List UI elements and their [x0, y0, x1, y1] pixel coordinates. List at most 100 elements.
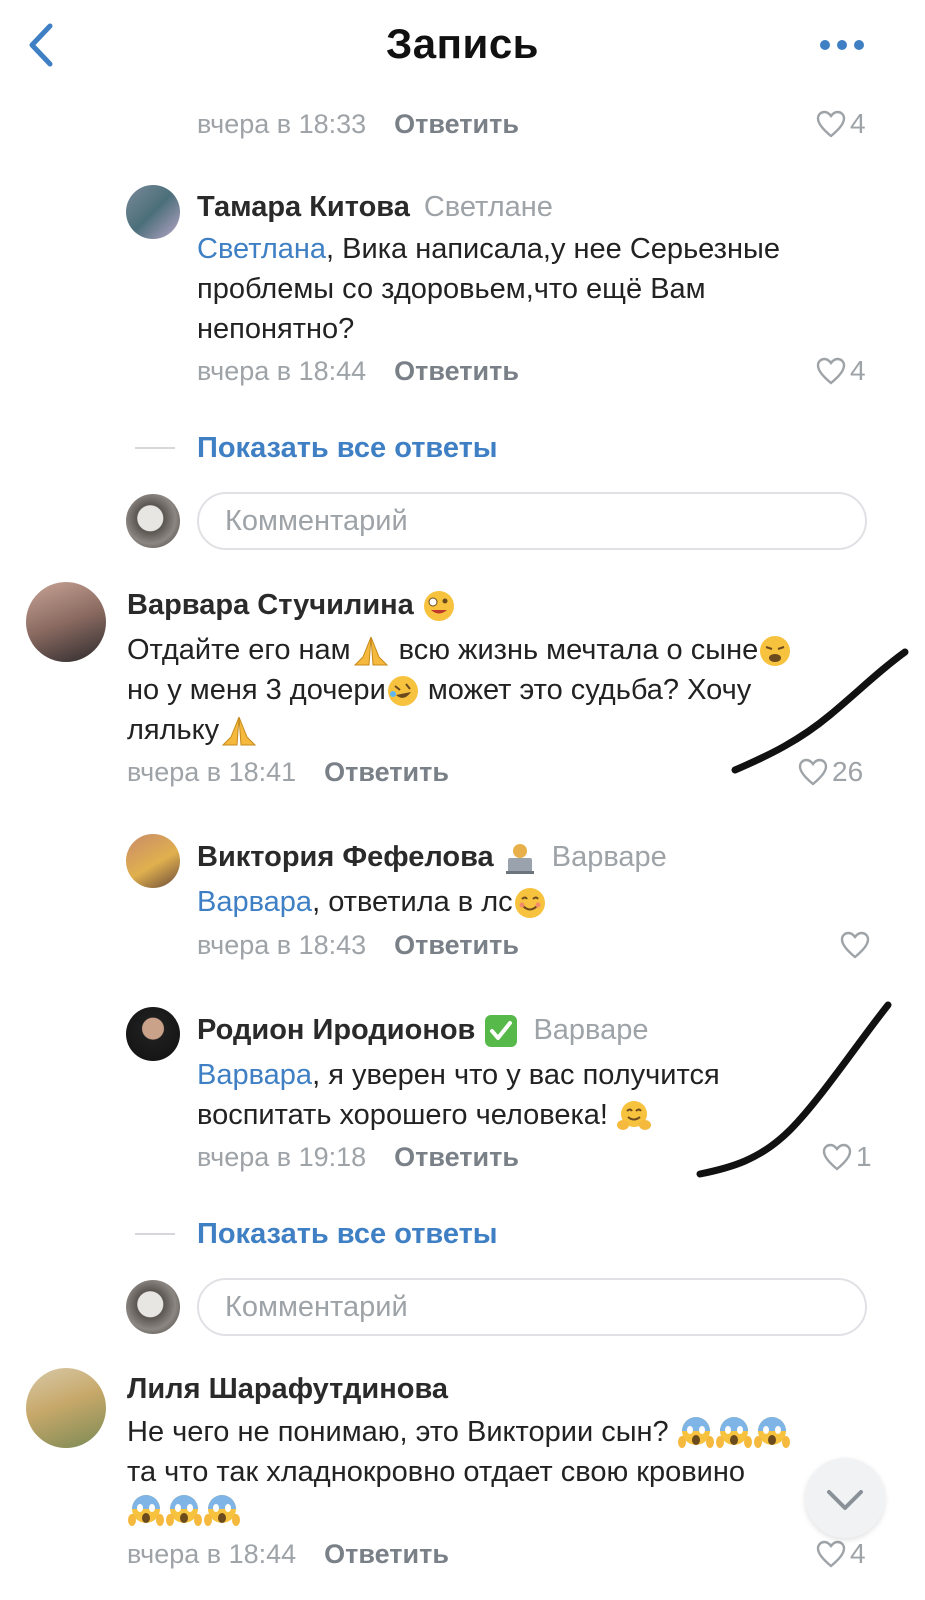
mention-link[interactable]: Варвара — [197, 1059, 312, 1091]
avatar[interactable] — [26, 1368, 106, 1448]
text-fragment: ляльку — [127, 714, 220, 746]
avatar — [126, 1280, 180, 1334]
reply-to: Светлане — [423, 191, 553, 223]
scroll-down-button[interactable] — [805, 1458, 885, 1538]
hugging-face-emoji-icon — [617, 1101, 652, 1131]
text-fragment: , ответила в лс — [312, 886, 513, 918]
screaming-face-emoji-icon — [715, 1417, 752, 1449]
comment-author[interactable]: Родион Иродионов Варваре — [197, 1011, 649, 1049]
mention-link[interactable]: Светлана — [197, 233, 326, 265]
show-all-replies-button[interactable]: Показать все ответы — [197, 1214, 498, 1254]
folded-hands-emoji-icon — [353, 637, 388, 666]
like-count: 4 — [850, 1538, 866, 1569]
comment-text-line: проблемы со здоровьем,что ещё Вам — [197, 273, 706, 305]
heart-icon — [816, 357, 846, 385]
heart-icon — [816, 110, 846, 138]
smiling-face-emoji-icon — [514, 888, 545, 919]
comment-time: вчера в 18:33 — [197, 109, 367, 139]
text-fragment: Не чего не понимаю, это Виктории сын? — [127, 1416, 677, 1448]
reply-button[interactable]: Ответить — [394, 1142, 519, 1172]
reply-button[interactable]: Ответить — [394, 356, 519, 386]
comment-text-line: непонятно? — [197, 313, 355, 345]
comment-author[interactable]: Варвара Стучилина — [127, 586, 456, 624]
reply-button[interactable]: Ответить — [324, 757, 449, 787]
avatar[interactable] — [126, 1007, 180, 1061]
comment-text-line: Не чего не понимаю, это Виктории сын? — [127, 1412, 791, 1452]
emoji-line — [127, 1490, 241, 1530]
screaming-face-emoji-icon — [128, 1495, 164, 1527]
comment-meta: вчера в 18:44 Ответить — [127, 1536, 449, 1572]
like-button[interactable]: 4 — [816, 106, 866, 142]
reply-to: Варваре — [551, 841, 667, 873]
folded-hands-emoji-icon — [221, 717, 257, 746]
chevron-down-icon — [827, 1490, 863, 1510]
comment-text-line: , Вика написала,у нее Серьезные — [326, 233, 780, 265]
comment-author[interactable]: Тамара Китова Светлане — [197, 188, 553, 226]
heart-icon — [840, 931, 870, 959]
comment-meta: вчера в 18:41 Ответить — [127, 754, 449, 790]
like-count: 26 — [832, 756, 864, 787]
like-count: 4 — [850, 108, 866, 139]
comment-meta: вчера в 18:33 Ответить — [197, 106, 519, 142]
avatar[interactable] — [126, 834, 180, 888]
show-all-replies-button[interactable]: Показать все ответы — [197, 428, 498, 468]
text-fragment: воспитать хорошего человека! — [197, 1099, 617, 1131]
more-dots-icon[interactable] — [818, 34, 868, 56]
text-fragment: всю жизнь мечтала о сыне — [390, 634, 759, 666]
comment-input[interactable]: Комментарий — [197, 492, 867, 550]
like-button[interactable]: 4 — [816, 353, 866, 389]
like-button[interactable]: 1 — [822, 1139, 872, 1175]
comment-text: Светлана, Вика написала,у нее Серьезные — [197, 229, 780, 269]
like-button[interactable]: 4 — [816, 1536, 866, 1572]
avatar[interactable] — [126, 185, 180, 239]
text-fragment: , я уверен что у вас получится — [312, 1059, 720, 1091]
text-fragment: может это судьба? Хочу — [419, 674, 752, 706]
like-count: 1 — [856, 1141, 872, 1172]
comment-author[interactable]: Лиля Шарафутдинова — [127, 1370, 448, 1408]
comment-author[interactable]: Виктория Фефелова Варваре — [197, 838, 667, 876]
comment-input[interactable]: Комментарий — [197, 1278, 867, 1336]
screaming-face-emoji-icon — [166, 1495, 202, 1527]
comment-time: вчера в 18:43 — [197, 930, 367, 960]
heart-icon — [822, 1143, 852, 1171]
author-name[interactable]: Варвара Стучилина — [127, 589, 414, 621]
comment-text-line: воспитать хорошего человека! — [197, 1095, 652, 1135]
author-name[interactable]: Родион Иродионов — [197, 1014, 475, 1046]
technologist-emoji-icon — [505, 844, 534, 875]
zany-face-emoji-icon — [423, 591, 454, 622]
author-name[interactable]: Виктория Фефелова — [197, 841, 494, 873]
comment-meta: вчера в 18:43 Ответить — [197, 927, 519, 963]
page-title: Запись — [385, 20, 540, 67]
reply-button[interactable]: Ответить — [394, 930, 519, 960]
comment-time: вчера в 18:41 — [127, 757, 297, 787]
author-name[interactable]: Тамара Китова — [197, 191, 410, 223]
rolling-laughing-emoji-icon — [387, 676, 418, 707]
heart-icon — [816, 1540, 846, 1568]
like-count: 4 — [850, 355, 866, 386]
heart-icon — [798, 758, 828, 786]
comment-time: вчера в 19:18 — [197, 1142, 367, 1172]
text-fragment: но у меня 3 дочери — [127, 674, 386, 706]
avatar[interactable] — [26, 582, 106, 662]
header: Запись — [0, 0, 925, 92]
divider — [135, 447, 175, 449]
text-fragment: Отдайте его нам — [127, 634, 351, 666]
like-button[interactable]: 26 — [798, 754, 863, 790]
avatar — [126, 494, 180, 548]
reply-to: Варваре — [533, 1014, 649, 1046]
comment-time: вчера в 18:44 — [127, 1539, 297, 1569]
author-name[interactable]: Лиля Шарафутдинова — [127, 1373, 448, 1405]
comment-meta: вчера в 18:44 Ответить — [197, 353, 519, 389]
comment-text: Варвара, я уверен что у вас получится — [197, 1055, 720, 1095]
screaming-face-emoji-icon — [753, 1417, 790, 1449]
reply-button[interactable]: Ответить — [324, 1539, 449, 1569]
comment-text-line: Отдайте его нам всю жизнь мечтала о сыне — [127, 630, 792, 670]
comment-text-line: та что так хладнокровно отдает свою кров… — [127, 1456, 745, 1488]
like-button[interactable] — [840, 927, 874, 963]
reply-button[interactable]: Ответить — [394, 109, 519, 139]
screaming-face-emoji-icon — [204, 1495, 240, 1527]
screaming-face-emoji-icon — [677, 1417, 714, 1449]
comment-time: вчера в 18:44 — [197, 356, 367, 386]
divider — [135, 1233, 175, 1235]
mention-link[interactable]: Варвара — [197, 886, 312, 918]
